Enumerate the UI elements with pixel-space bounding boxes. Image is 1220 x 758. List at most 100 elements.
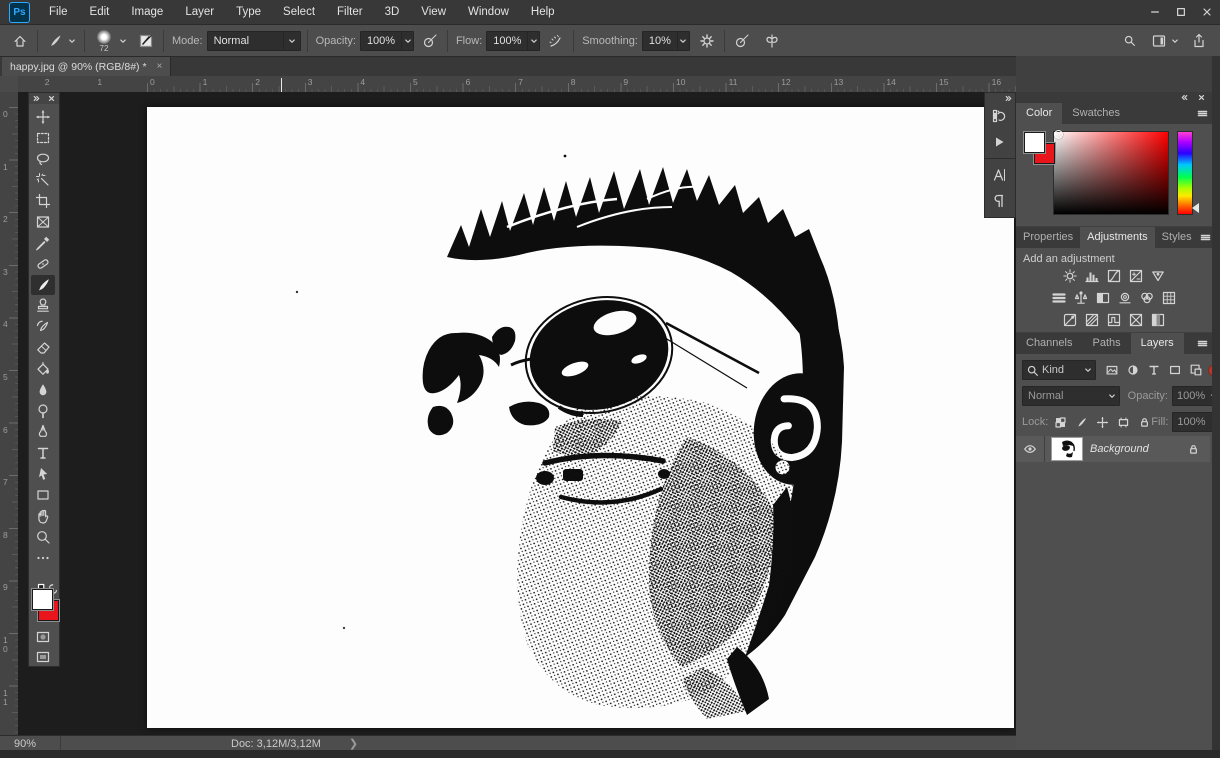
eyedropper-tool[interactable] <box>31 233 55 253</box>
tab-layers[interactable]: Layers <box>1131 333 1184 354</box>
chevron-down-icon[interactable] <box>66 30 78 52</box>
menu-item-edit[interactable]: Edit <box>79 0 121 24</box>
pressure-opacity-icon[interactable] <box>419 30 441 52</box>
document-canvas[interactable] <box>147 107 1014 728</box>
layer-filter-select[interactable]: Kind <box>1022 360 1096 380</box>
workspace-switcher-icon[interactable] <box>1148 30 1170 52</box>
tab-swatches[interactable]: Swatches <box>1062 103 1130 124</box>
hand-tool[interactable] <box>31 506 55 526</box>
zoom-tool[interactable] <box>31 527 55 547</box>
tab-properties[interactable]: Properties <box>1016 227 1080 248</box>
posterize-adjustment-icon[interactable] <box>1083 311 1102 328</box>
filter-type-layer-icon[interactable] <box>1147 363 1161 377</box>
close-toolbox-icon[interactable] <box>47 94 56 103</box>
toolbox-header[interactable] <box>29 93 59 104</box>
tab-paths[interactable]: Paths <box>1082 333 1130 354</box>
lock-pixels-icon[interactable] <box>1075 416 1088 429</box>
collapse-dock-icon[interactable] <box>1180 93 1189 102</box>
dodge-tool[interactable] <box>31 401 55 421</box>
hue-strip[interactable] <box>1177 131 1193 215</box>
status-bar-menu-arrow[interactable]: ❯ <box>349 737 358 750</box>
move-tool[interactable] <box>31 107 55 127</box>
clone-stamp-tool[interactable] <box>31 296 55 316</box>
selective-color-adjustment-icon[interactable] <box>1149 311 1168 328</box>
gradient-map-adjustment-icon[interactable] <box>1127 311 1146 328</box>
minimize-button[interactable] <box>1142 0 1168 24</box>
filter-smart-object-icon[interactable] <box>1189 363 1203 377</box>
smoothing-select[interactable]: 10% <box>642 31 690 51</box>
pressure-size-icon[interactable] <box>731 30 753 52</box>
saturation-brightness-box[interactable] <box>1053 131 1169 215</box>
hue-saturation-adjustment-icon[interactable] <box>1050 289 1069 306</box>
vibrance-adjustment-icon[interactable] <box>1149 267 1168 284</box>
type-tool[interactable] <box>31 443 55 463</box>
photo-filter-adjustment-icon[interactable] <box>1116 289 1135 306</box>
color-foreground-swatch[interactable] <box>1024 132 1045 153</box>
zoom-level-field[interactable]: 90% <box>0 738 60 750</box>
invert-adjustment-icon[interactable] <box>1061 311 1080 328</box>
horizontal-ruler[interactable]: 2101234567891011121314151617181920 <box>18 76 1016 93</box>
lock-all-icon[interactable] <box>1138 416 1151 429</box>
menu-item-window[interactable]: Window <box>457 0 520 24</box>
brush-preset-picker[interactable]: 72 <box>91 30 117 52</box>
curves-adjustment-icon[interactable] <box>1105 267 1124 284</box>
filter-adjustment-layer-icon[interactable] <box>1126 363 1140 377</box>
quick-mask-icon[interactable] <box>31 627 55 647</box>
menu-item-view[interactable]: View <box>410 0 457 24</box>
black-white-adjustment-icon[interactable] <box>1094 289 1113 306</box>
brightness-contrast-adjustment-icon[interactable] <box>1061 267 1080 284</box>
chevron-down-icon[interactable] <box>117 30 129 52</box>
frame-tool[interactable] <box>31 212 55 232</box>
brush-settings-panel-icon[interactable] <box>135 30 157 52</box>
tab-color[interactable]: Color <box>1016 103 1062 124</box>
filter-shape-layer-icon[interactable] <box>1168 363 1182 377</box>
canvas-pasteboard[interactable] <box>18 92 1016 735</box>
exposure-adjustment-icon[interactable] <box>1127 267 1146 284</box>
tab-channels[interactable]: Channels <box>1016 333 1082 354</box>
pen-tool[interactable] <box>31 422 55 442</box>
share-icon[interactable] <box>1188 30 1210 52</box>
rectangle-tool[interactable] <box>31 485 55 505</box>
lock-artboard-icon[interactable] <box>1117 416 1130 429</box>
paragraph-panel-icon[interactable] <box>985 188 1013 214</box>
menu-item-type[interactable]: Type <box>225 0 272 24</box>
brush-tool-preset-icon[interactable] <box>44 30 66 52</box>
paint-symmetry-icon[interactable] <box>761 30 783 52</box>
maximize-button[interactable] <box>1168 0 1194 24</box>
spot-healing-brush-tool[interactable] <box>31 254 55 274</box>
blend-mode-select[interactable]: Normal <box>207 31 301 51</box>
magic-wand-tool[interactable] <box>31 170 55 190</box>
layer-blend-mode-select[interactable]: Normal <box>1022 386 1120 406</box>
layer-thumbnail[interactable] <box>1051 437 1083 461</box>
panel-menu-icon[interactable] <box>1192 103 1212 124</box>
foreground-color-swatch[interactable] <box>32 589 53 610</box>
close-dock-icon[interactable] <box>1197 93 1206 102</box>
path-selection-tool[interactable] <box>31 464 55 484</box>
lock-transparency-icon[interactable] <box>1054 416 1067 429</box>
hue-slider-arrow[interactable] <box>1192 203 1199 213</box>
color-picker-marker[interactable] <box>1054 130 1063 139</box>
close-button[interactable] <box>1194 0 1220 24</box>
menu-item-file[interactable]: File <box>38 0 79 24</box>
screen-mode-icon[interactable] <box>31 647 55 667</box>
menu-item-layer[interactable]: Layer <box>174 0 225 24</box>
home-icon[interactable] <box>9 30 31 52</box>
channel-mixer-adjustment-icon[interactable] <box>1138 289 1157 306</box>
smoothing-options-gear-icon[interactable] <box>696 30 718 52</box>
menu-item-3d[interactable]: 3D <box>374 0 411 24</box>
gradient-tool[interactable] <box>31 359 55 379</box>
opacity-select[interactable]: 100% <box>360 31 414 51</box>
expand-panels-icon[interactable] <box>985 93 1015 103</box>
airbrush-icon[interactable] <box>545 30 567 52</box>
levels-adjustment-icon[interactable] <box>1083 267 1102 284</box>
threshold-adjustment-icon[interactable] <box>1105 311 1124 328</box>
blur-tool[interactable] <box>31 380 55 400</box>
close-tab-icon[interactable]: × <box>157 61 163 72</box>
panel-menu-icon[interactable] <box>1192 333 1212 354</box>
layer-visibility-eye-icon[interactable] <box>1016 436 1045 462</box>
ruler-origin-corner[interactable] <box>0 76 19 93</box>
flow-select[interactable]: 100% <box>486 31 540 51</box>
color-balance-adjustment-icon[interactable] <box>1072 289 1091 306</box>
document-tab[interactable]: happy.jpg @ 90% (RGB/8#) * × <box>2 57 171 76</box>
photoshop-logo[interactable]: Ps <box>9 2 30 23</box>
